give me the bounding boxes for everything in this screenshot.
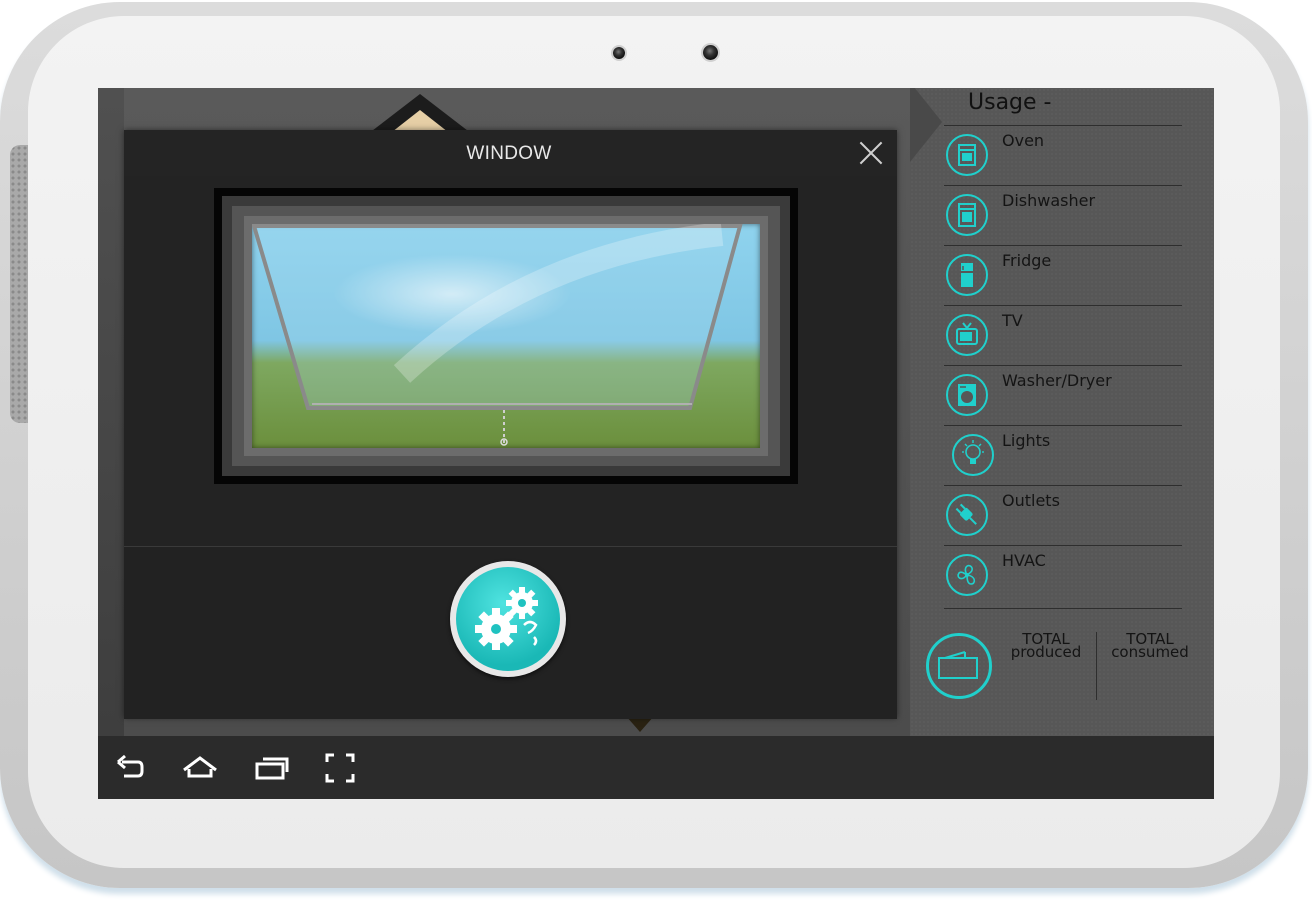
- washer-icon: [946, 374, 988, 416]
- usage-item-fridge[interactable]: Fridge: [944, 245, 1182, 305]
- window-dialog: WINDOW: [124, 130, 897, 719]
- panel-tab: [910, 88, 942, 162]
- window-frame-inner: [232, 206, 780, 466]
- settings-action-button[interactable]: [450, 561, 566, 677]
- usage-label: Outlets: [1002, 491, 1060, 510]
- usage-label: Fridge: [1002, 251, 1052, 270]
- app-area: WINDOW Usage - Oven Dishwasher Fridge TV…: [98, 88, 1214, 736]
- recent-apps-icon[interactable]: [254, 750, 290, 786]
- dialog-title: WINDOW: [466, 143, 552, 164]
- battery-icon[interactable]: [926, 633, 992, 699]
- open-sash-graphic: [252, 224, 743, 446]
- gears-icon: [456, 567, 560, 671]
- front-camera-icon: [613, 47, 625, 59]
- totals-divider: [1096, 632, 1097, 700]
- back-icon[interactable]: [112, 750, 148, 786]
- usage-label: Washer/Dryer: [1002, 371, 1112, 390]
- fullscreen-icon[interactable]: [322, 750, 358, 786]
- dialog-footer: [124, 546, 897, 719]
- house-view-edge: [98, 88, 124, 736]
- usage-item-hvac[interactable]: HVAC: [944, 545, 1182, 605]
- window-frame: [222, 196, 790, 476]
- usage-item-lights[interactable]: Lights: [944, 425, 1182, 485]
- usage-label: Oven: [1002, 131, 1045, 150]
- window-illustration[interactable]: [214, 188, 798, 484]
- dialog-body: [124, 176, 897, 546]
- tablet-screen: WINDOW Usage - Oven Dishwasher Fridge TV…: [98, 88, 1214, 799]
- fan-icon: [946, 554, 988, 596]
- tv-icon: [946, 314, 988, 356]
- lightbulb-icon: [952, 434, 994, 476]
- usage-list: Oven Dishwasher Fridge TV Washer/Dryer L…: [944, 125, 1182, 605]
- usage-item-dishwasher[interactable]: Dishwasher: [944, 185, 1182, 245]
- usage-panel: Usage - Oven Dishwasher Fridge TV Washer…: [910, 88, 1214, 736]
- house-attic: [392, 110, 448, 132]
- dialog-header: WINDOW: [124, 130, 897, 177]
- home-icon[interactable]: [182, 750, 218, 786]
- close-icon[interactable]: [856, 138, 886, 168]
- oven-icon: [946, 134, 988, 176]
- window-glass: [252, 224, 760, 448]
- fridge-icon: [946, 254, 988, 296]
- usage-label: HVAC: [1002, 551, 1046, 570]
- system-nav-bar: [98, 736, 1214, 799]
- usage-item-tv[interactable]: TV: [944, 305, 1182, 365]
- usage-item-oven[interactable]: Oven: [944, 125, 1182, 185]
- usage-label: Dishwasher: [1002, 191, 1096, 210]
- usage-label: TV: [1002, 311, 1023, 330]
- total-produced-line2: produced: [1010, 643, 1082, 661]
- usage-item-washer-dryer[interactable]: Washer/Dryer: [944, 365, 1182, 425]
- usage-label: Lights: [1002, 431, 1051, 450]
- total-consumed: TOTAL consumed: [1104, 632, 1196, 661]
- list-divider: [944, 608, 1182, 609]
- usage-title: Usage -: [968, 90, 1052, 115]
- sensor-icon: [703, 45, 718, 60]
- usage-item-outlets[interactable]: Outlets: [944, 485, 1182, 545]
- dishwasher-icon: [946, 194, 988, 236]
- total-produced: TOTAL produced: [1000, 632, 1092, 661]
- total-consumed-line2: consumed: [1111, 643, 1189, 661]
- window-frame-sill: [244, 216, 768, 456]
- plug-icon: [946, 494, 988, 536]
